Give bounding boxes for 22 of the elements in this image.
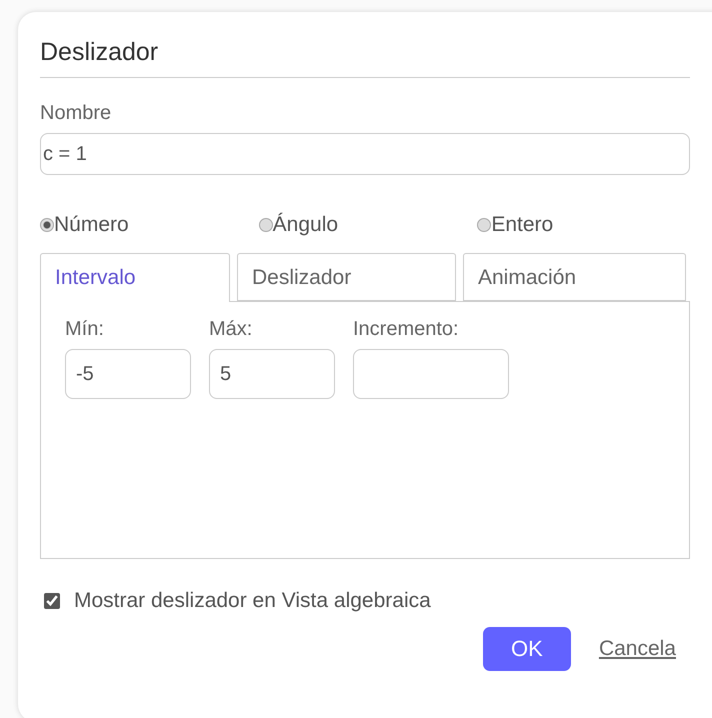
ok-button[interactable]: OK	[482, 627, 571, 671]
tab[interactable]: Animación	[463, 253, 686, 301]
radio-button[interactable]	[40, 218, 54, 232]
radio-label: Número	[54, 213, 129, 237]
input-field[interactable]: 5	[209, 349, 335, 399]
checkbox[interactable]	[44, 593, 60, 609]
field-label: Mín:	[65, 318, 105, 341]
name-label: Nombre	[40, 102, 112, 125]
field-label: Incremento:	[353, 318, 460, 341]
radio-button[interactable]	[258, 218, 273, 232]
radio-button[interactable]	[477, 218, 492, 232]
input-field[interactable]	[353, 349, 509, 399]
tab[interactable]: Deslizador	[237, 253, 456, 301]
name-field[interactable]: c = 1	[40, 133, 690, 175]
field-label: Máx:	[209, 318, 254, 341]
radio-label: Ángulo	[272, 213, 338, 237]
radio-label: Entero	[491, 213, 554, 237]
input-field[interactable]: -5	[65, 349, 191, 399]
tab[interactable]: Intervalo	[40, 253, 230, 302]
dialog-title: Deslizador	[40, 38, 690, 78]
cancel-link[interactable]: Cancela	[598, 637, 676, 661]
checkbox-label: Mostrar deslizador en Vista algebraica	[74, 589, 431, 613]
